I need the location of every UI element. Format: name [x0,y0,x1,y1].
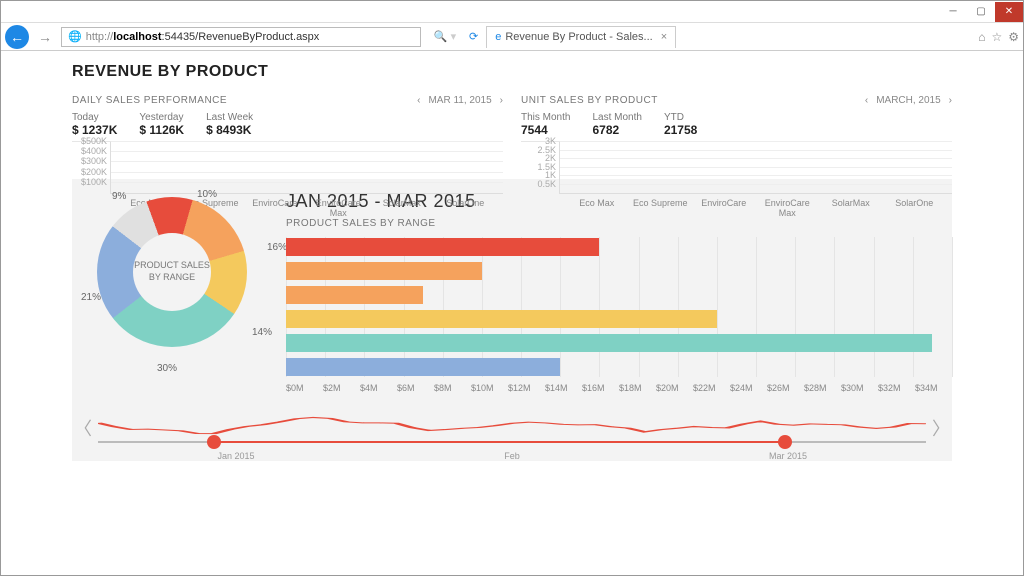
units-date-picker[interactable]: ‹ MARCH, 2015 › [865,95,952,106]
hbar [286,238,599,256]
donut-slice-label: 10% [197,189,217,200]
units-date: MARCH, 2015 [876,95,940,106]
minimize-button[interactable]: ─ [939,2,967,22]
donut-slice-label: 9% [112,191,126,202]
page-title: REVENUE BY PRODUCT [72,63,952,81]
daily-date: MAR 11, 2015 [428,95,491,106]
forward-button[interactable]: → [33,25,57,49]
chevron-right-icon[interactable]: › [500,95,503,106]
close-button[interactable]: ✕ [995,2,1023,22]
hbar [286,334,932,352]
kpi-label: Last Month [592,112,641,123]
chevron-right-icon[interactable]: › [949,95,952,106]
range-subtitle: PRODUCT SALES BY RANGE [286,218,952,229]
daily-date-picker[interactable]: ‹ MAR 11, 2015 › [417,95,503,106]
browser-navbar: ← → 🌐 http:// localhost :54435/RevenueBy… [1,23,1023,51]
slider-fill [214,441,785,443]
ie-icon: e [495,31,501,43]
favorites-icon[interactable]: ☆ [991,30,1002,44]
donut-center-label: PRODUCT SALES BY RANGE [133,260,211,283]
kpi-value: $ 1237K [72,123,117,137]
tab-close-icon[interactable]: × [661,31,667,43]
range-next-button[interactable]: 〉 [932,415,950,441]
tab-active[interactable]: e Revenue By Product - Sales... × [486,26,676,48]
chevron-left-icon[interactable]: ‹ [417,95,420,106]
daily-kpis: Today$ 1237K Yesterday$ 1126K Last Week$… [72,112,503,142]
units-kpis: This Month7544 Last Month6782 YTD21758 [521,112,952,142]
kpi-value: 7544 [521,123,570,137]
units-bar-chart: 0.5K1K1.5K2K2.5K3K Eco MaxEco SupremeEnv… [521,142,952,218]
hbar [286,310,717,328]
url-protocol: http:// [86,31,114,43]
donut-slice-label: 21% [81,292,101,303]
donut-slice-label: 16% [267,242,287,253]
maximize-button[interactable]: ▢ [967,2,995,22]
kpi-value: 6782 [592,123,641,137]
sparkline [98,403,926,443]
kpi-label: Today [72,112,117,123]
tab-title: Revenue By Product - Sales... [505,31,652,43]
kpi-label: This Month [521,112,570,123]
window-titlebar: ─ ▢ ✕ [1,1,1023,23]
refresh-button[interactable]: ⟳ [469,30,478,43]
home-icon[interactable]: ⌂ [978,30,985,44]
tools-icon[interactable]: ⚙ [1008,30,1019,44]
donut-slice-label: 30% [157,363,177,374]
kpi-label: YTD [664,112,697,123]
chevron-left-icon[interactable]: ‹ [865,95,868,106]
slider-handle-left[interactable] [207,435,221,449]
kpi-value: 21758 [664,123,697,137]
back-button[interactable]: ← [5,25,29,49]
globe-icon: 🌐 [68,30,82,43]
url-bar[interactable]: 🌐 http:// localhost :54435/RevenueByProd… [61,27,421,47]
kpi-value: $ 1126K [139,123,184,137]
donut-slice-label: 14% [252,327,272,338]
slider-handle-right[interactable] [778,435,792,449]
range-prev-button[interactable]: 〈 [74,415,92,441]
hbar [286,286,423,304]
donut-chart: PRODUCT SALES BY RANGE 10%16%14%30%21%9% [72,191,272,353]
hbar [286,262,482,280]
hbar [286,358,560,376]
url-controls: 🔍▾ [425,30,465,43]
url-host: localhost [113,31,161,43]
kpi-value: $ 8493K [206,123,253,137]
url-path: :54435/RevenueByProduct.aspx [162,31,320,43]
kpi-label: Yesterday [139,112,184,123]
search-icon[interactable]: 🔍 [434,30,448,43]
sparkline-range-selector[interactable]: Jan 2015FebMar 2015 [98,403,926,453]
horizontal-bar-chart: $0M$2M$4M$6M$8M$10M$12M$14M$16M$18M$20M$… [286,237,952,393]
kpi-label: Last Week [206,112,253,123]
